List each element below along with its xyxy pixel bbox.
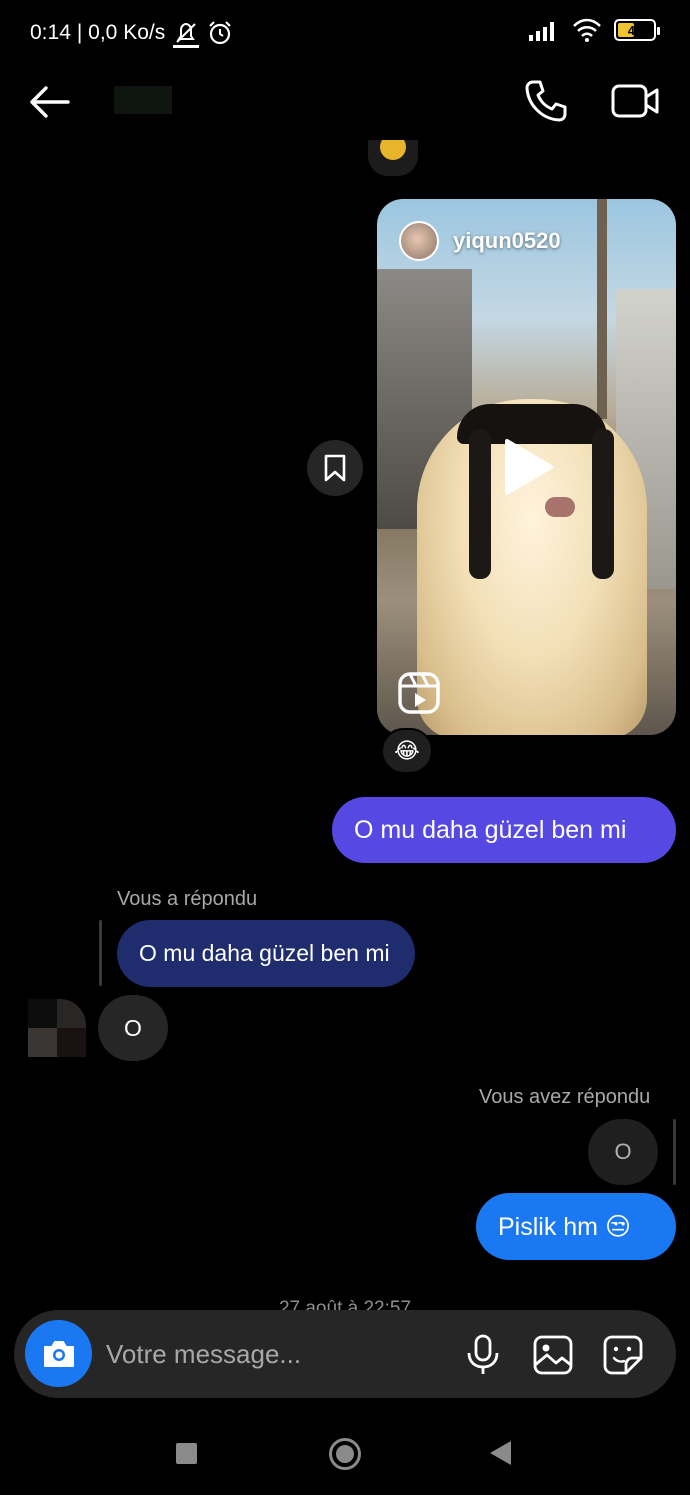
status-right: 48 (528, 18, 660, 42)
previous-message-reaction (368, 140, 418, 176)
home-button[interactable] (329, 1438, 361, 1470)
microphone-icon[interactable] (465, 1334, 501, 1376)
emoji-icon (380, 140, 406, 160)
incoming-message[interactable]: O (98, 995, 168, 1061)
reel-dog-braid-left (469, 429, 491, 579)
camera-icon (43, 1340, 74, 1367)
reel-reaction[interactable]: 😂 (381, 728, 433, 774)
play-icon[interactable] (499, 437, 555, 497)
system-back-button[interactable] (490, 1441, 511, 1465)
reel-header[interactable]: yiqun0520 (399, 221, 561, 261)
reply-indicator-line (99, 920, 102, 986)
save-reel-button[interactable] (307, 440, 363, 496)
video-call-button[interactable] (610, 80, 660, 122)
signal-icon (529, 22, 554, 41)
reply-indicator-line (673, 1119, 676, 1185)
status-left: 0:14 | 0,0 Ko/s (30, 18, 233, 48)
camera-button[interactable] (25, 1320, 92, 1387)
battery-level: 48 (627, 22, 643, 38)
recent-apps-button[interactable] (176, 1443, 197, 1464)
contact-name-redacted[interactable] (114, 86, 172, 114)
reel-bg-pole (597, 199, 607, 419)
quoted-message[interactable]: O mu daha güzel ben mi (117, 920, 415, 987)
alarm-icon (209, 21, 231, 45)
reply-label: Vous avez répondu (479, 1086, 651, 1108)
back-button[interactable] (26, 82, 72, 122)
message-input[interactable] (106, 1332, 446, 1376)
reel-dog-braid-right (592, 429, 614, 579)
bookmark-icon (324, 454, 346, 482)
chat-header (0, 64, 690, 140)
status-time: 0:14 (30, 21, 71, 44)
reel-dog-nose (545, 497, 575, 517)
reel-author-username[interactable]: yiqun0520 (453, 228, 561, 254)
reply-label: Vous a répondu (117, 888, 258, 910)
quoted-message[interactable]: O (588, 1119, 658, 1185)
date-separator: 27 août à 22:57 (278, 1298, 412, 1310)
sticker-icon[interactable] (602, 1334, 644, 1376)
outgoing-message[interactable]: Pislik hm 😒 (476, 1193, 676, 1260)
message-composer (14, 1310, 676, 1398)
gallery-icon[interactable] (532, 1334, 574, 1376)
system-nav-bar (0, 1410, 690, 1495)
battery-icon: 48 (614, 19, 660, 41)
network-speed: | 0,0 Ko/s (76, 21, 166, 44)
call-button[interactable] (523, 78, 569, 124)
sender-avatar[interactable] (28, 999, 86, 1057)
reels-icon (398, 672, 440, 714)
notifications-muted-icon (173, 22, 200, 48)
outgoing-message[interactable]: O mu daha güzel ben mi (332, 797, 676, 863)
status-bar: 0:14 | 0,0 Ko/s 48 (0, 0, 690, 64)
shared-reel[interactable]: yiqun0520 (377, 199, 676, 735)
wifi-icon (573, 18, 601, 42)
reel-author-avatar[interactable] (399, 221, 439, 261)
